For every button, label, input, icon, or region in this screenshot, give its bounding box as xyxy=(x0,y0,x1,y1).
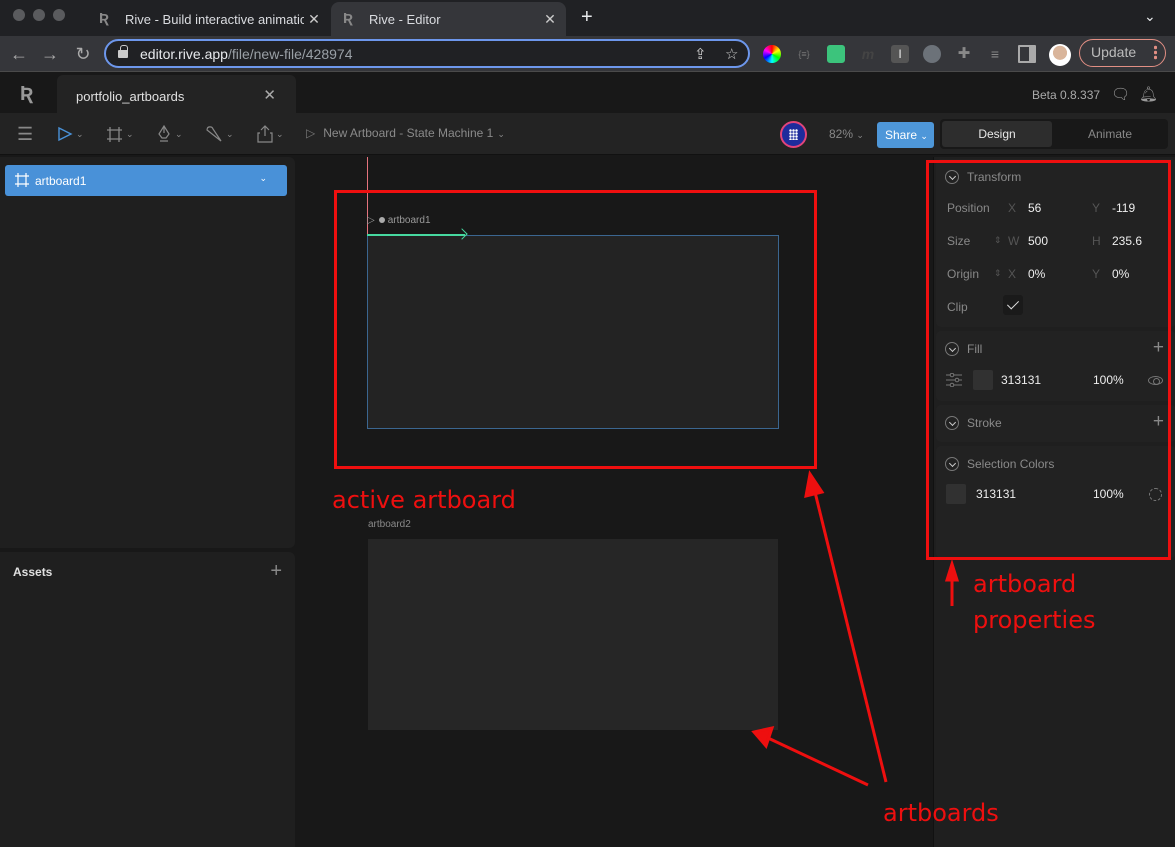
bitmoji-extension-icon[interactable] xyxy=(827,45,845,63)
share-page-icon[interactable]: ⇪ xyxy=(694,45,707,63)
url-host: editor.rive.app xyxy=(140,45,228,62)
artboard2-label[interactable]: artboard2 xyxy=(368,519,411,530)
window-close-button[interactable] xyxy=(13,9,25,21)
rive-header: Ʀ portfolio_artboards ✕ Beta 0.8.337 🗨 🔔… xyxy=(0,73,1175,113)
tab-title: Rive - Editor xyxy=(369,11,441,27)
side-panel-icon[interactable] xyxy=(1018,45,1036,63)
chevron-down-icon: ⌄ xyxy=(276,129,284,139)
browser-tab-active[interactable]: Ʀ Rive - Editor ✕ xyxy=(331,2,566,36)
chevron-down-icon: ⌄ xyxy=(920,131,928,141)
chevron-down-icon: ⌄ xyxy=(226,129,234,139)
export-icon xyxy=(257,125,273,143)
update-label: Update xyxy=(1091,44,1137,60)
update-button[interactable]: Update xyxy=(1079,39,1166,67)
reload-button[interactable]: ↻ xyxy=(71,42,95,66)
zoom-label: 82% xyxy=(829,127,854,141)
json-extension-icon[interactable]: {≡} xyxy=(795,45,813,63)
mode-switch: Design Animate xyxy=(940,119,1168,149)
more-menu-icon[interactable] xyxy=(1154,45,1157,60)
share-button[interactable]: Share ⌄ xyxy=(877,122,934,148)
pen-icon xyxy=(158,124,170,142)
state-machine-selector[interactable]: ▷ New Artboard - State Machine 1 ⌄ xyxy=(306,126,505,140)
design-mode-tab[interactable]: Design xyxy=(942,121,1052,147)
artboard-icon xyxy=(107,126,122,142)
file-tab[interactable]: portfolio_artboards ✕ xyxy=(57,75,296,113)
lock-icon xyxy=(118,44,128,58)
annotation-artboard-properties-line1: artboard xyxy=(973,570,1077,598)
editor-toolbar: ☰ ⌄ ⌄ ⌄ ⌄ ⌄ ▷ New Artboard - State Machin… xyxy=(0,113,1175,155)
close-tab-icon[interactable]: ✕ xyxy=(540,11,560,28)
animate-mode-tab[interactable]: Animate xyxy=(1055,121,1165,147)
color-wheel-extension-icon[interactable] xyxy=(763,45,781,63)
annotation-box-active-artboard xyxy=(334,190,817,469)
annotation-artboard-properties-line2: properties xyxy=(973,606,1096,634)
pointer-icon xyxy=(58,126,73,142)
rive-favicon-icon: Ʀ xyxy=(99,10,110,27)
add-asset-plus-icon[interactable]: + xyxy=(270,560,282,583)
url-text[interactable]: editor.rive.app/file/new-file/428974 xyxy=(140,46,352,62)
close-tab-icon[interactable]: ✕ xyxy=(304,11,324,28)
profile-avatar[interactable] xyxy=(1049,44,1071,66)
feedback-icon[interactable]: 🗨 xyxy=(1111,85,1130,103)
zoom-selector[interactable]: 82% ⌄ xyxy=(829,127,864,141)
notifications-bell-icon[interactable]: 🔔︎ xyxy=(1139,85,1158,103)
bookmark-star-icon[interactable]: ☆ xyxy=(725,45,738,63)
rive-favicon-icon: Ʀ xyxy=(343,10,354,27)
assets-title: Assets xyxy=(13,565,53,579)
play-icon[interactable]: ▷ xyxy=(306,126,315,140)
hierarchy-item-label: artboard1 xyxy=(35,174,87,188)
back-button[interactable]: ← xyxy=(7,42,31,66)
i-extension-icon[interactable]: I xyxy=(891,45,909,63)
select-tool[interactable]: ⌄ xyxy=(57,121,84,147)
m-extension-icon[interactable]: m xyxy=(859,45,877,63)
browser-tab[interactable]: Ʀ Rive - Build interactive animatio ✕ xyxy=(87,2,330,36)
shape-tool[interactable]: ⌄ xyxy=(205,121,234,147)
version-label: Beta 0.8.337 xyxy=(1032,88,1101,102)
share-label: Share xyxy=(885,128,918,142)
pen-tool[interactable]: ⌄ xyxy=(156,121,183,147)
annotation-box-artboard-properties xyxy=(926,160,1171,560)
hierarchy-panel: artboard1 ⌄ xyxy=(0,157,295,548)
state-machine-label: New Artboard - State Machine 1 xyxy=(323,126,494,140)
hierarchy-item-artboard1[interactable]: artboard1 ⌄ xyxy=(5,165,287,196)
url-path: /file/new-file/428974 xyxy=(227,45,353,62)
chevron-down-icon: ⌄ xyxy=(175,129,183,139)
tab-search-chevron-icon[interactable]: ⌄ xyxy=(1144,8,1156,25)
chevron-down-icon: ⌄ xyxy=(126,129,134,139)
forward-button[interactable]: → xyxy=(38,42,62,66)
team-avatar[interactable] xyxy=(780,121,807,148)
chevron-down-icon[interactable]: ⌄ xyxy=(259,173,267,184)
key-extension-icon[interactable] xyxy=(923,45,941,63)
chevron-down-icon: ⌄ xyxy=(856,130,864,140)
shape-brush-icon xyxy=(206,126,222,142)
browser-toolbar: ← → ↻ editor.rive.app/file/new-file/4289… xyxy=(0,36,1175,72)
annotation-artboards: artboards xyxy=(883,799,999,827)
export-tool[interactable]: ⌄ xyxy=(257,121,284,147)
artboard-icon xyxy=(15,173,29,187)
chevron-down-icon: ⌄ xyxy=(497,129,505,139)
new-tab-button[interactable]: + xyxy=(581,6,593,29)
hamburger-menu-icon[interactable]: ☰ xyxy=(17,121,33,147)
annotation-active-artboard: active artboard xyxy=(332,486,516,514)
media-queue-icon[interactable]: ≡ xyxy=(986,45,1004,63)
window-maximize-button[interactable] xyxy=(53,9,65,21)
close-file-icon[interactable]: ✕ xyxy=(263,86,276,104)
assets-panel: Assets + xyxy=(0,552,295,847)
tab-title: Rive - Build interactive animatio xyxy=(125,11,304,27)
chevron-down-icon: ⌄ xyxy=(76,129,84,139)
extensions-puzzle-icon[interactable]: ✚ xyxy=(955,45,973,63)
rive-logo-icon[interactable]: Ʀ xyxy=(20,83,33,106)
window-minimize-button[interactable] xyxy=(33,9,45,21)
address-bar[interactable]: editor.rive.app/file/new-file/428974 ⇪ ☆ xyxy=(104,39,750,68)
browser-tabstrip: Ʀ Rive - Build interactive animatio ✕ Ʀ … xyxy=(0,0,1175,36)
file-tab-name: portfolio_artboards xyxy=(76,89,185,104)
artboard-tool[interactable]: ⌄ xyxy=(106,121,134,147)
artboard2[interactable] xyxy=(368,539,778,730)
